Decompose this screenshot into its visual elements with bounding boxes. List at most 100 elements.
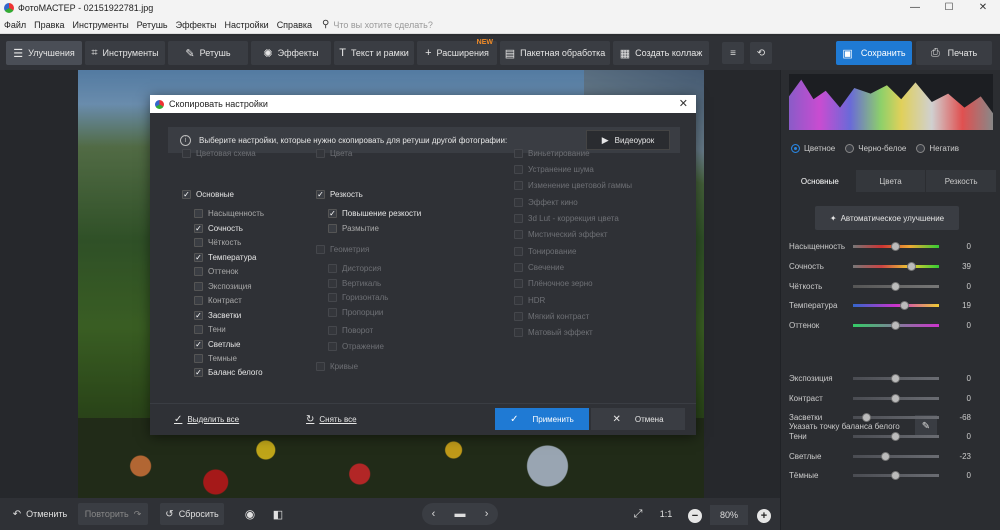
slider-knob[interactable] [891,373,900,383]
tab-3[interactable]: ✺ Эффекты [251,41,331,65]
undo-button[interactable]: ↶ Отменить [8,503,72,525]
option-col1-1[interactable]: ✓ Основные [182,188,234,200]
checkbox[interactable] [194,353,203,363]
slider-knob[interactable] [907,261,917,271]
slider-track[interactable] [853,470,939,480]
menu-item[interactable]: Ретушь [133,20,172,30]
slider-knob[interactable] [899,300,909,310]
menu-search[interactable]: ⚲ Что вы хотите сделать? [322,19,433,30]
slider-knob[interactable] [891,470,900,480]
menu-item[interactable]: Файл [0,20,30,30]
menu-item[interactable]: Эффекты [172,20,221,30]
menu-item[interactable]: Справка [273,20,316,30]
option-col1-5[interactable]: ✓ Температура [194,251,256,263]
tab-5[interactable]: + Расширения NEW [417,39,497,65]
zoom-out-icon[interactable]: − [688,509,702,523]
slider-knob[interactable] [891,281,900,291]
radio-dot[interactable] [845,144,855,153]
checkbox[interactable]: ✓ [182,189,191,199]
color-mode-1[interactable]: Черно-белое [845,144,906,153]
reset-button[interactable]: ↺ Сбросить [160,503,224,525]
checkbox[interactable]: ✓ [194,252,203,262]
adjust-tab-1[interactable]: Цвета [855,170,927,192]
checkbox[interactable] [328,223,337,233]
option-col1-3[interactable]: ✓ Сочность [194,222,243,234]
tab-7[interactable]: ▦ Создать коллаж [613,41,709,65]
checkbox[interactable] [194,237,203,247]
maximize-button[interactable]: ☐ [932,0,966,16]
checkbox[interactable]: ✓ [194,339,203,349]
slider-track[interactable] [853,241,939,251]
cancel-button[interactable]: ✕ Отмена [591,408,685,430]
print-button[interactable]: ⎙ Печать [916,41,992,65]
option-col2-3[interactable]: Размытие [328,222,379,234]
folder-icon[interactable]: ▬ [455,508,466,520]
option-col1-6[interactable]: Оттенок [194,265,238,277]
checkbox[interactable]: ✓ [194,367,203,377]
auto-enhance-button[interactable]: ✦ Автоматическое улучшение [815,206,959,230]
zoom-in-icon[interactable]: + [757,509,771,523]
option-col1-12[interactable]: Темные [194,352,237,364]
slider-track[interactable] [853,412,939,422]
tab-4[interactable]: T Текст и рамки [334,41,414,65]
menu-item[interactable]: Инструменты [69,20,133,30]
radio-dot[interactable] [791,144,800,153]
option-col2-1[interactable]: ✓ Резкость [316,188,363,200]
tab-1[interactable]: ⌗ Инструменты [85,41,165,65]
slider-knob[interactable] [891,320,900,330]
select-all-link[interactable]: ✓ Выделить все [174,414,239,425]
slider-knob[interactable] [891,241,900,251]
minimize-button[interactable]: — [898,0,932,16]
history-icon[interactable]: ⟲ [750,42,772,64]
slider-knob[interactable] [861,412,871,422]
close-window-button[interactable]: ✕ [966,0,1000,16]
compare-icon[interactable]: ◧ [268,503,288,525]
slider-track[interactable] [853,261,939,271]
option-col1-4[interactable]: Чёткость [194,236,241,248]
next-image-icon[interactable]: › [485,508,489,520]
option-col1-2[interactable]: Насыщенность [194,207,264,219]
color-mode-0[interactable]: Цветное [791,144,835,153]
adjust-tab-0[interactable]: Основные [785,170,856,192]
actual-size-button[interactable]: 1:1 [656,503,676,525]
apply-button[interactable]: ✓ Применить [495,408,589,430]
slider-knob[interactable] [891,431,900,441]
zoom-level[interactable]: 80% [710,505,748,525]
fullscreen-icon[interactable]: ⤢ [628,503,648,525]
slider-track[interactable] [853,373,939,383]
checkbox[interactable]: ✓ [194,310,203,320]
prev-image-icon[interactable]: ‹ [432,508,436,520]
tab-2[interactable]: ✎ Ретушь [168,41,248,65]
tab-0[interactable]: ☰ Улучшения [6,41,82,65]
option-col1-7[interactable]: Экспозиция [194,280,252,292]
checkbox[interactable] [194,324,203,334]
option-col2-2[interactable]: ✓ Повышение резкости [328,207,421,219]
checkbox[interactable]: ✓ [328,208,337,218]
slider-track[interactable] [853,451,939,461]
menu-item[interactable]: Правка [30,20,68,30]
checkbox[interactable] [194,266,203,276]
option-col1-10[interactable]: Тени [194,323,226,335]
add-preset-icon[interactable]: ≡ [722,42,744,64]
slider-track[interactable] [853,393,939,403]
menu-item[interactable]: Настройки [221,20,273,30]
slider-knob[interactable] [881,451,891,461]
dialog-close-icon[interactable]: ✕ [679,97,688,110]
video-tutorial-button[interactable]: ▶ Видеоурок [586,130,670,150]
slider-track[interactable] [853,320,939,330]
checkbox[interactable] [194,295,203,305]
redo-button[interactable]: Повторить ↷ [78,503,148,525]
checkbox[interactable] [194,208,203,218]
deselect-all-link[interactable]: ↻ Снять все [306,414,357,425]
option-col1-9[interactable]: ✓ Засветки [194,309,241,321]
slider-track[interactable] [853,281,939,291]
slider-track[interactable] [853,431,939,441]
checkbox[interactable]: ✓ [194,223,203,233]
option-col1-8[interactable]: Контраст [194,294,242,306]
option-col1-13[interactable]: ✓ Баланс белого [194,366,263,378]
color-mode-2[interactable]: Негатив [916,144,959,153]
option-col1-11[interactable]: ✓ Светлые [194,338,240,350]
checkbox[interactable]: ✓ [316,189,325,199]
slider-knob[interactable] [891,393,900,403]
eye-icon[interactable]: ◉ [240,503,260,525]
